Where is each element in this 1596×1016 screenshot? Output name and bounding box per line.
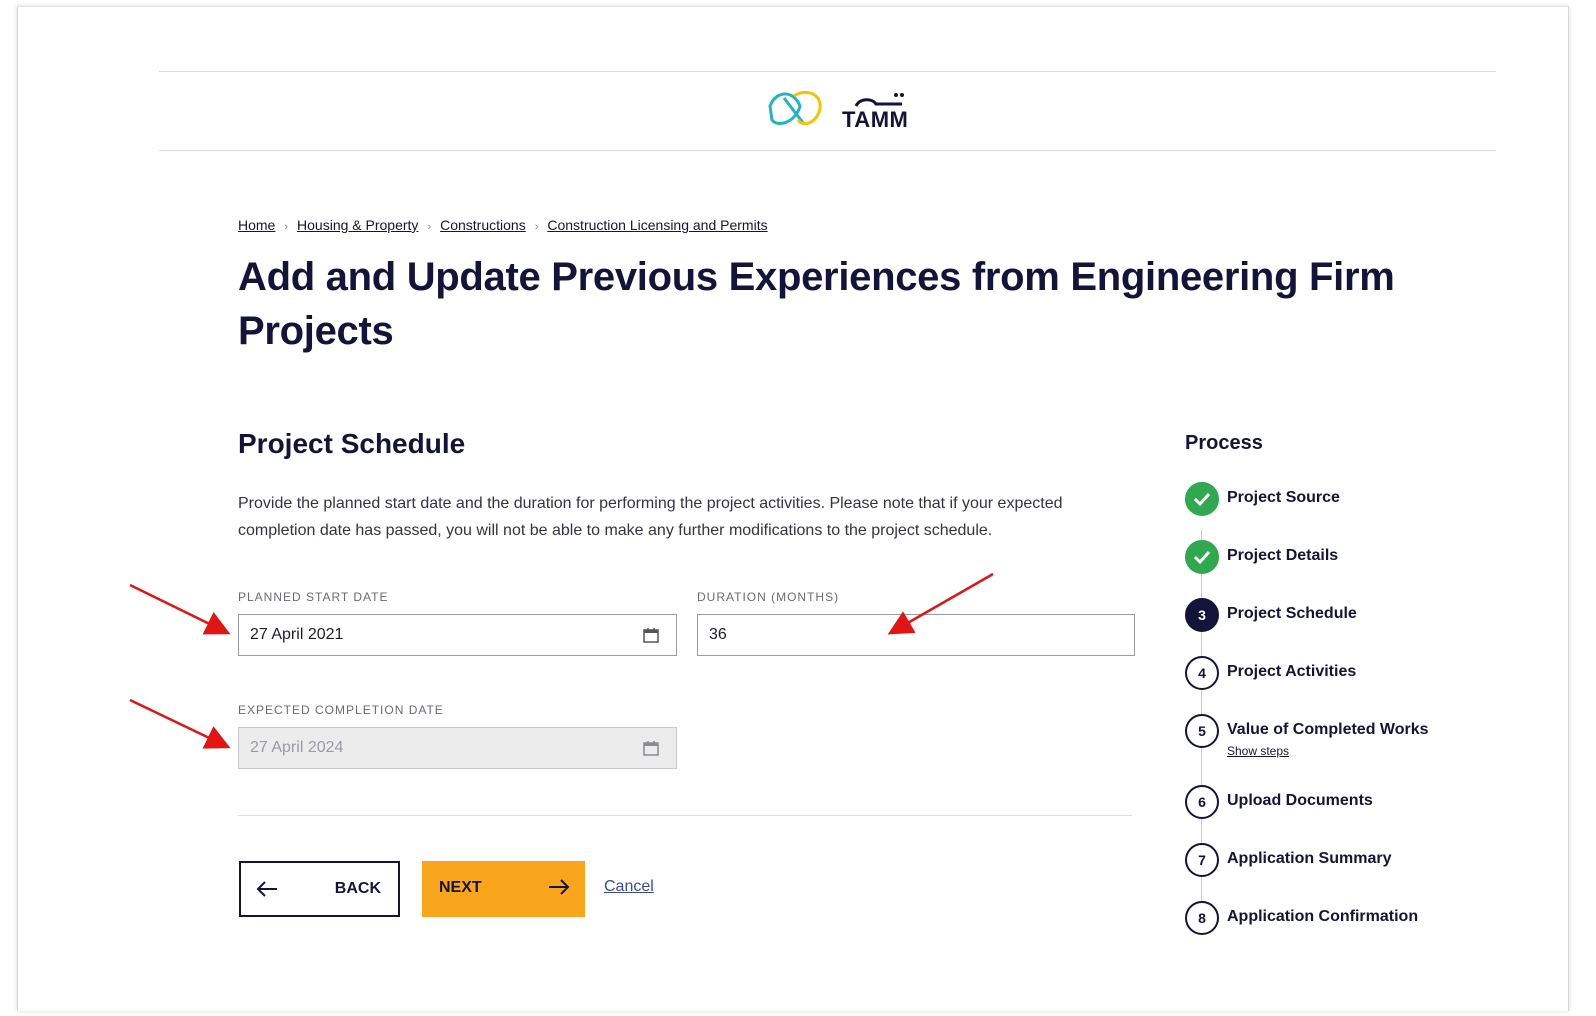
step-number-badge: 6 bbox=[1185, 785, 1219, 819]
process-step-label: Project Source bbox=[1227, 489, 1340, 506]
back-button[interactable]: BACK bbox=[239, 861, 400, 917]
check-icon bbox=[1185, 540, 1219, 574]
section-description: Provide the planned start date and the d… bbox=[238, 495, 1063, 539]
calendar-icon[interactable] bbox=[643, 627, 659, 643]
header-bottom-rule bbox=[159, 150, 1496, 151]
process-step-label: Application Confirmation bbox=[1227, 908, 1419, 925]
process-title: Process bbox=[1185, 432, 1263, 454]
header-top-rule bbox=[159, 71, 1496, 72]
next-button[interactable]: NEXT bbox=[422, 861, 585, 917]
breadcrumb-constructions[interactable]: Constructions bbox=[440, 217, 526, 233]
section-title: Project Schedule bbox=[238, 428, 466, 459]
process-step-label: Application Summary bbox=[1227, 850, 1392, 867]
arrow-right-icon bbox=[549, 879, 570, 895]
completion-date-input: 27 April 2024 bbox=[238, 727, 677, 769]
step-number-badge: 8 bbox=[1185, 901, 1219, 935]
duration-label: DURATION (MONTHS) bbox=[697, 590, 840, 604]
completion-date-value: 27 April 2024 bbox=[250, 739, 344, 756]
process-step-label: Project Details bbox=[1227, 547, 1339, 564]
step-number: 8 bbox=[1198, 910, 1206, 926]
duration-input[interactable]: 36 bbox=[697, 614, 1135, 656]
breadcrumb-licensing-permits[interactable]: Construction Licensing and Permits bbox=[547, 217, 767, 233]
duration-value: 36 bbox=[709, 626, 727, 643]
start-date-label: PLANNED START DATE bbox=[238, 590, 389, 604]
page-title: Add and Update Previous Experiences from… bbox=[238, 255, 1395, 353]
breadcrumb-separator: › bbox=[427, 221, 432, 233]
cancel-link[interactable]: Cancel bbox=[604, 878, 654, 896]
logo-text: TAMM bbox=[842, 107, 909, 132]
breadcrumb-housing-property[interactable]: Housing & Property bbox=[297, 217, 418, 233]
arrow-left-icon bbox=[256, 881, 277, 897]
step-number: 5 bbox=[1198, 723, 1206, 739]
process-step-label: Value of Completed Works bbox=[1227, 721, 1429, 738]
calendar-icon bbox=[643, 741, 659, 756]
step-number-badge: 7 bbox=[1185, 843, 1219, 877]
start-date-input[interactable]: 27 April 2021 bbox=[238, 614, 677, 656]
process-step-label: Project Activities bbox=[1227, 663, 1357, 680]
process-step-label: Upload Documents bbox=[1227, 792, 1373, 809]
step-number-badge: 4 bbox=[1185, 656, 1219, 690]
check-icon bbox=[1185, 482, 1219, 516]
step-number: 6 bbox=[1198, 794, 1206, 810]
form-divider bbox=[238, 815, 1132, 816]
show-steps-link[interactable]: Show steps bbox=[1227, 744, 1289, 758]
breadcrumb: Home › Housing & Property › Constructions › Co… bbox=[238, 217, 768, 233]
completion-date-label: EXPECTED COMPLETION DATE bbox=[238, 703, 444, 717]
step-number-badge: 5 bbox=[1185, 714, 1219, 748]
breadcrumb-separator: › bbox=[284, 221, 289, 233]
process-step-label: Project Schedule bbox=[1227, 605, 1357, 622]
step-number: 4 bbox=[1198, 665, 1206, 681]
breadcrumb-home[interactable]: Home bbox=[238, 217, 275, 233]
breadcrumb-separator: › bbox=[534, 221, 539, 233]
step-number: 7 bbox=[1198, 852, 1206, 868]
step-number: 3 bbox=[1198, 607, 1206, 623]
step-number-badge: 3 bbox=[1185, 598, 1219, 632]
start-date-value: 27 April 2021 bbox=[250, 626, 344, 643]
next-button-label: NEXT bbox=[439, 879, 482, 896]
back-button-label: BACK bbox=[334, 880, 381, 897]
